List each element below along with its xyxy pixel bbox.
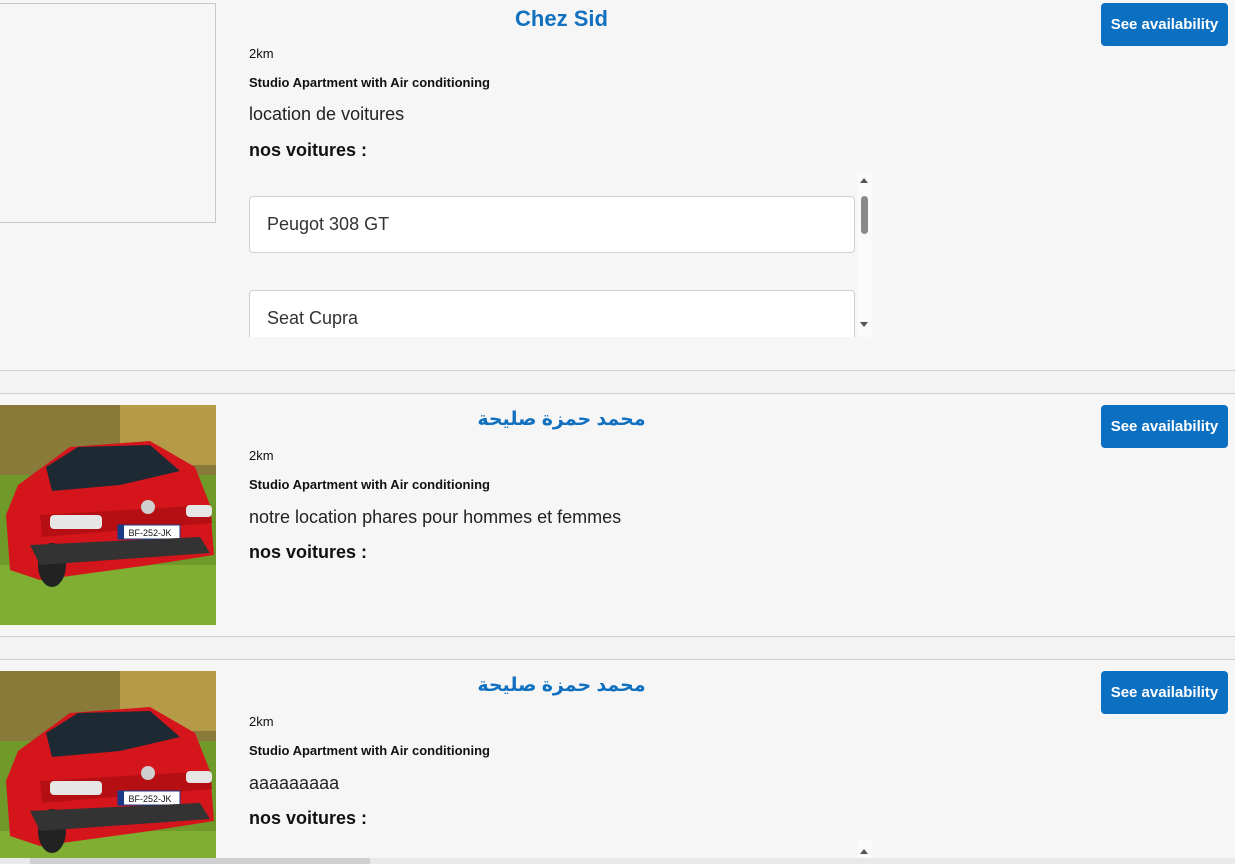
cars-label: nos voitures : bbox=[249, 542, 368, 562]
horizontal-scroll-thumb[interactable] bbox=[30, 858, 370, 864]
listing-description: aaaaaaaaa bbox=[249, 773, 340, 793]
listing-title[interactable]: Chez Sid bbox=[250, 6, 873, 32]
listing-card: Chez Sid 2km Studio Apartment with Air c… bbox=[0, 0, 1235, 370]
card-divider bbox=[0, 370, 1235, 394]
license-plate-text: BF-252-JK bbox=[128, 794, 171, 804]
see-availability-button[interactable]: See availability bbox=[1101, 671, 1228, 714]
red-car-photo: BF-252-JK bbox=[0, 671, 216, 864]
see-availability-button[interactable]: See availability bbox=[1101, 405, 1228, 448]
listing-subtitle: Studio Apartment with Air conditioning bbox=[249, 75, 490, 90]
see-availability-button[interactable]: See availability bbox=[1101, 3, 1228, 46]
listing-distance: 2km bbox=[249, 714, 274, 729]
listing-distance: 2km bbox=[249, 448, 274, 463]
scroll-up-arrow-icon[interactable] bbox=[860, 849, 868, 854]
listing-title[interactable]: محمد حمزة صليحة bbox=[250, 674, 873, 697]
cars-label: nos voitures : bbox=[249, 808, 368, 828]
listing-card: BF-252-JK محمد حمزة صليحة 2km Studio Apa… bbox=[0, 660, 1235, 864]
license-plate-text: BF-252-JK bbox=[128, 528, 171, 538]
listing-subtitle: Studio Apartment with Air conditioning bbox=[249, 477, 490, 492]
listing-photo[interactable]: BF-252-JK bbox=[0, 671, 216, 864]
listing-title[interactable]: محمد حمزة صليحة bbox=[250, 408, 873, 431]
card-divider bbox=[0, 636, 1235, 660]
listing-distance: 2km bbox=[249, 46, 274, 61]
car-list[interactable]: Peugot 308 GT Seat Cupra bbox=[249, 172, 872, 337]
listing-card: BF-252-JK محمد حمزة صليحة 2km Studio Apa… bbox=[0, 394, 1235, 636]
listing-description: location de voitures bbox=[249, 104, 405, 124]
scroll-down-arrow-icon[interactable] bbox=[860, 322, 868, 327]
scroll-thumb[interactable] bbox=[861, 196, 868, 234]
car-list-scrollbar[interactable] bbox=[857, 172, 872, 337]
listing-subtitle: Studio Apartment with Air conditioning bbox=[249, 743, 490, 758]
horizontal-scrollbar[interactable] bbox=[0, 858, 1235, 864]
red-car-photo: BF-252-JK bbox=[0, 405, 216, 625]
car-item[interactable]: Seat Cupra bbox=[249, 290, 855, 337]
listing-image-placeholder[interactable] bbox=[0, 3, 216, 223]
cars-label: nos voitures : bbox=[249, 140, 368, 160]
listing-description: notre location phares pour hommes et fem… bbox=[249, 507, 622, 527]
car-item[interactable]: Peugot 308 GT bbox=[249, 196, 855, 253]
listings-page: Chez Sid 2km Studio Apartment with Air c… bbox=[0, 0, 1235, 864]
listing-photo[interactable]: BF-252-JK bbox=[0, 405, 216, 625]
scroll-up-arrow-icon[interactable] bbox=[860, 178, 868, 183]
